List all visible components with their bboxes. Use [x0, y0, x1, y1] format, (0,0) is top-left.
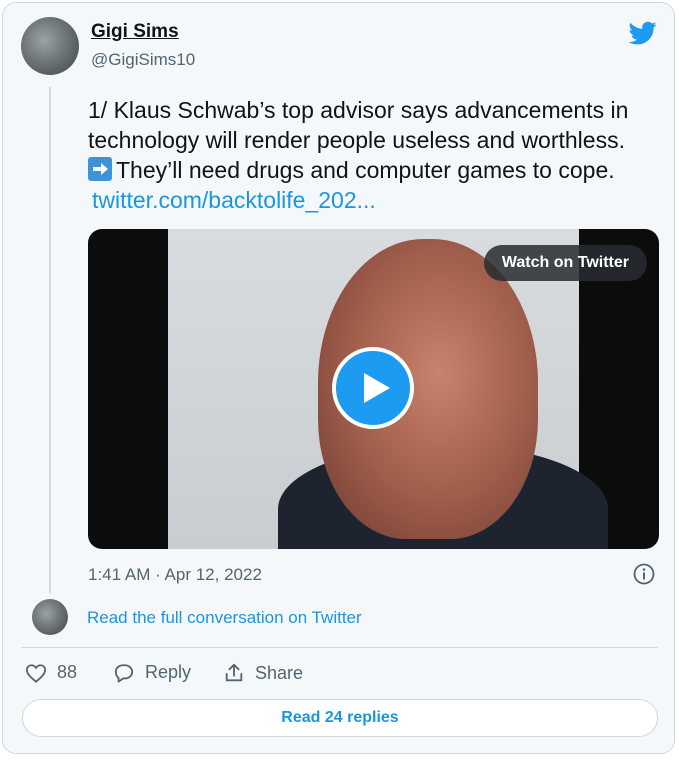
read-replies-button[interactable]: Read 24 replies — [22, 699, 658, 737]
tweet-link-wrap: twitter.com/backtolife_202... — [88, 185, 668, 215]
play-button[interactable] — [332, 347, 414, 429]
share-label: Share — [255, 662, 304, 683]
tweet-line-1: 1/ Klaus Schwab’s top advisor says advan… — [88, 97, 629, 123]
thread-line — [49, 87, 51, 593]
author-handle[interactable]: @GigiSims10 — [91, 50, 195, 70]
author-name[interactable]: Gigi Sims — [91, 21, 179, 43]
reply-icon — [114, 663, 134, 683]
tweet-line-3-wrap: They’ll need drugs and computer games to… — [88, 155, 668, 185]
twitter-bird-icon[interactable] — [627, 19, 659, 47]
read-conversation-link[interactable]: Read the full conversation on Twitter — [87, 608, 362, 628]
tweet-link[interactable]: twitter.com/backtolife_202... — [92, 187, 376, 213]
divider — [21, 647, 658, 648]
tweet-card: Gigi Sims @GigiSims10 1/ Klaus Schwab’s … — [2, 2, 675, 754]
tweet-text: 1/ Klaus Schwab’s top advisor says advan… — [88, 95, 668, 215]
watch-on-twitter-button[interactable]: Watch on Twitter — [483, 245, 647, 281]
reply-label: Reply — [145, 662, 192, 682]
reply-button[interactable]: Reply — [113, 662, 191, 683]
share-icon — [225, 663, 243, 682]
like-button[interactable]: 88 — [25, 662, 77, 683]
video-thumbnail[interactable]: Watch on Twitter — [88, 229, 659, 549]
author-avatar[interactable] — [21, 17, 79, 75]
tweet-line-3: They’ll need drugs and computer games to… — [116, 157, 615, 183]
like-count: 88 — [57, 662, 78, 682]
tweet-timestamp[interactable]: 1:41 AM · Apr 12, 2022 — [88, 565, 262, 585]
play-icon — [364, 373, 390, 403]
tweet-line-2: technology will render people useless an… — [88, 127, 625, 153]
share-button[interactable]: Share — [223, 662, 303, 684]
conversation-avatar — [32, 599, 68, 635]
arrow-right-icon — [88, 157, 112, 181]
heart-icon — [25, 663, 47, 683]
info-icon[interactable] — [633, 563, 655, 585]
